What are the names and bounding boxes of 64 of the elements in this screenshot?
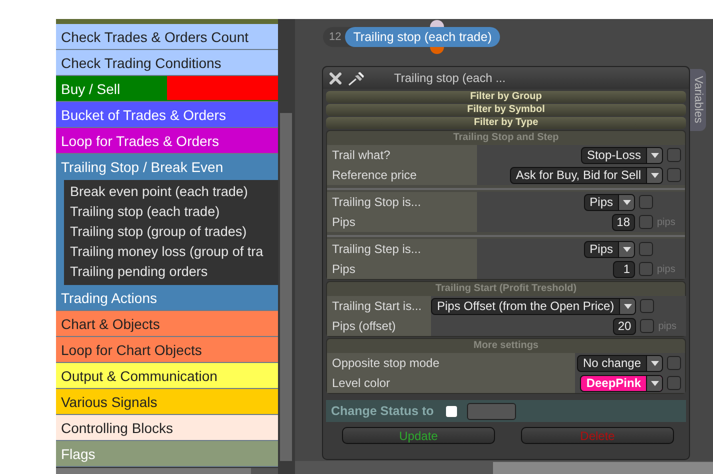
category-item[interactable]: Trading Actions	[56, 285, 278, 311]
category-item[interactable]: Check Trading Conditions	[56, 50, 278, 76]
number-field[interactable]: 18	[612, 214, 635, 230]
block-item[interactable]: Trailing stop (each trade)	[67, 202, 278, 222]
number-field[interactable]: 1	[613, 260, 635, 278]
field-label: Level color	[327, 373, 575, 393]
block-item[interactable]: Trailing pending orders	[67, 262, 278, 282]
dropdown[interactable]: Ask for Buy, Bid for Sell	[510, 166, 663, 184]
panel-title: Trailing stop (each ...	[394, 71, 506, 85]
checkbox[interactable]	[639, 215, 653, 229]
checkbox[interactable]	[667, 376, 681, 390]
category-item[interactable]: Chart & Objects	[56, 311, 278, 337]
field-label: Trail what?	[327, 145, 477, 165]
category-item[interactable]: Output & Communication	[56, 363, 278, 389]
field-label: Pips	[327, 259, 477, 279]
section-header[interactable]: Filter by Symbol	[326, 104, 686, 116]
dropdown[interactable]: Pips	[584, 240, 635, 258]
field-label: Trailing Start is...	[327, 296, 431, 316]
dropdown[interactable]: DeepPink	[580, 374, 663, 392]
dropdown[interactable]: Pips	[584, 194, 635, 210]
block-item[interactable]: Trailing money loss (group of tra	[67, 242, 278, 262]
pin-icon[interactable]	[348, 70, 366, 86]
block-label: Trailing stop (each trade)	[345, 27, 500, 47]
category-item[interactable]: Various Signals	[56, 389, 278, 415]
category-item[interactable]: Buy / Sell	[56, 76, 278, 102]
block-number: 12	[328, 31, 342, 43]
variables-tab[interactable]: Variables	[690, 69, 706, 131]
status-label: Change Status to	[331, 404, 435, 418]
horizontal-scrollbar[interactable]	[56, 467, 278, 474]
checkbox[interactable]	[639, 262, 653, 276]
field-label: Pips	[327, 212, 477, 232]
block-node[interactable]: 12 Trailing stop (each trade)	[323, 27, 500, 47]
update-button[interactable]: Update	[342, 427, 495, 444]
section-header[interactable]: Filter by Type	[326, 117, 686, 129]
checkbox[interactable]	[667, 148, 681, 162]
category-item[interactable]: Check Trades & Orders Count	[56, 24, 278, 50]
checkbox[interactable]	[640, 319, 654, 333]
field-label: Pips (offset)	[327, 316, 431, 336]
category-item[interactable]: Trailing Stop / Break Even	[56, 154, 278, 180]
category-item[interactable]: Loop for Chart Objects	[56, 337, 278, 363]
field-label: Opposite stop mode	[327, 353, 575, 373]
dropdown[interactable]: No change	[576, 354, 663, 372]
checkbox[interactable]	[640, 299, 654, 313]
block-item[interactable]: Trailing stop (group of trades)	[67, 222, 278, 242]
checkbox[interactable]	[667, 168, 681, 182]
section-header[interactable]: Filter by Group	[326, 91, 686, 103]
field-label: Reference price	[327, 165, 477, 185]
vertical-scrollbar[interactable]	[278, 19, 295, 474]
close-icon[interactable]	[329, 72, 342, 84]
checkbox[interactable]	[639, 242, 653, 256]
number-field[interactable]: 20	[612, 318, 636, 334]
category-item[interactable]: Controlling Blocks	[56, 415, 278, 441]
checkbox[interactable]	[667, 356, 681, 370]
checkbox[interactable]	[446, 406, 457, 416]
block-item[interactable]: Break even point (each trade)	[67, 182, 278, 202]
status-field[interactable]	[467, 402, 516, 420]
checkbox[interactable]	[639, 195, 653, 209]
dropdown[interactable]: Pips Offset (from the Open Price)	[431, 298, 636, 314]
category-item[interactable]: Loop for Trades & Orders	[56, 128, 278, 154]
field-label: Trailing Step is...	[327, 239, 477, 259]
horizontal-scrollbar[interactable]	[295, 461, 713, 474]
field-label: Trailing Stop is...	[327, 192, 477, 212]
dropdown[interactable]: Stop-Loss	[580, 146, 663, 164]
category-item[interactable]: Bucket of Trades & Orders	[56, 102, 278, 128]
